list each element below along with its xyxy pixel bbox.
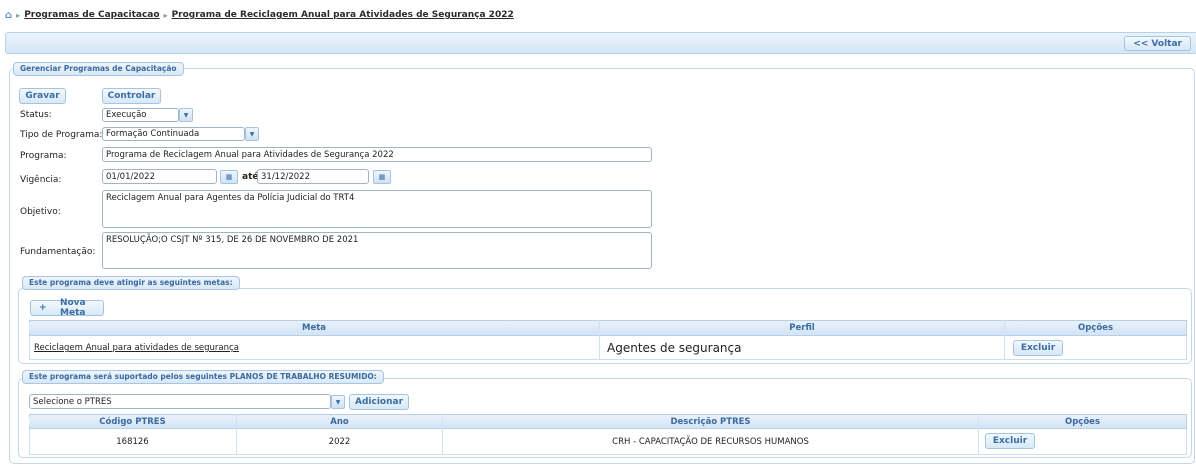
ate-label: até — [242, 172, 259, 182]
main-legend: Gerenciar Programas de Capacitação — [13, 62, 184, 76]
ptres-col-ano: Ano — [237, 417, 442, 427]
ptres-legend: Este programa será suportado pelos segui… — [22, 370, 384, 384]
tipo-programa-label: Tipo de Programa: — [20, 130, 103, 140]
objetivo-textarea[interactable]: Reciclagem Anual para Agentes da Polícia… — [102, 190, 652, 228]
ptres-select-value: Selecione o PTRES — [33, 396, 112, 407]
fundamentacao-textarea[interactable]: RESOLUÇÃO;O CSJT Nº 315, DE 26 DE NOVEMB… — [102, 232, 652, 269]
ptres-descricao-value: CRH - CAPACITAÇÃO DE RECURSOS HUMANOS — [612, 437, 809, 447]
ptres-select[interactable]: Selecione o PTRES — [29, 394, 331, 409]
metas-legend: Este programa deve atingir as seguintes … — [22, 276, 240, 290]
objetivo-label: Objetivo: — [20, 207, 61, 217]
vigencia-fim-input[interactable]: 31/12/2022 — [257, 169, 369, 184]
breadcrumb-separator-icon: ▸ — [16, 10, 21, 20]
top-toolbar: << Voltar — [5, 32, 1196, 54]
fundamentacao-value: RESOLUÇÃO;O CSJT Nº 315, DE 26 DE NOVEMB… — [106, 235, 359, 245]
vigencia-label: Vigência: — [20, 175, 62, 185]
excluir-ptres-button[interactable]: Excluir — [985, 433, 1035, 449]
nova-meta-label: Nova Meta — [59, 298, 86, 318]
gravar-button[interactable]: Gravar — [19, 88, 66, 104]
home-icon[interactable]: ⌂ — [5, 10, 12, 21]
breadcrumb-link-programa-atual[interactable]: Programa de Reciclagem Anual para Ativid… — [172, 10, 514, 20]
objetivo-value: Reciclagem Anual para Agentes da Polícia… — [106, 193, 355, 203]
vigencia-inicio-input[interactable]: 01/01/2022 — [102, 169, 217, 184]
ptres-codigo-value: 168126 — [116, 437, 149, 447]
ptres-col-opcoes: Opções — [979, 417, 1186, 427]
ptres-ano-value: 2022 — [328, 437, 351, 447]
nova-meta-button[interactable]: + Nova Meta — [30, 298, 104, 318]
programa-input[interactable]: Programa de Reciclagem Anual para Ativid… — [102, 147, 652, 162]
dropdown-arrow-icon[interactable]: ▼ — [331, 395, 345, 409]
ptres-col-codigo: Código PTRES — [29, 417, 236, 427]
programa-label: Programa: — [20, 151, 67, 161]
calendar-icon[interactable]: ▦ — [373, 170, 391, 184]
controlar-button[interactable]: Controlar — [102, 88, 161, 104]
metas-col-opcoes: Opções — [1005, 323, 1186, 333]
breadcrumb-separator-icon: ▸ — [163, 10, 168, 20]
tipo-programa-value: Formação Continuada — [106, 129, 200, 139]
breadcrumb-link-programas[interactable]: Programas de Capacitacao — [24, 10, 159, 20]
dropdown-arrow-icon[interactable]: ▼ — [245, 127, 259, 141]
calendar-icon[interactable]: ▦ — [220, 170, 238, 184]
metas-col-perfil: Perfil — [600, 323, 1004, 333]
status-select[interactable]: Execução — [102, 108, 179, 122]
adicionar-button[interactable]: Adicionar — [349, 394, 409, 410]
vigencia-inicio-value: 01/01/2022 — [106, 171, 155, 182]
perfil-value: Agentes de segurança — [607, 341, 742, 355]
fundamentacao-label: Fundamentação: — [20, 247, 96, 257]
vigencia-fim-value: 31/12/2022 — [261, 171, 310, 182]
status-value: Execução — [106, 110, 147, 120]
plus-icon: + — [39, 303, 47, 313]
tipo-programa-select[interactable]: Formação Continuada — [102, 127, 245, 141]
dropdown-arrow-icon[interactable]: ▼ — [179, 108, 193, 122]
excluir-meta-button[interactable]: Excluir — [1013, 340, 1063, 356]
breadcrumb: ⌂ ▸ Programas de Capacitacao ▸ Programa … — [5, 8, 514, 22]
voltar-button[interactable]: << Voltar — [1124, 36, 1191, 51]
status-label: Status: — [20, 110, 52, 120]
ptres-col-descricao: Descrição PTRES — [443, 417, 978, 427]
meta-link[interactable]: Reciclagem Anual para atividades de segu… — [34, 343, 239, 353]
programa-value: Programa de Reciclagem Anual para Ativid… — [106, 149, 394, 160]
metas-col-meta: Meta — [29, 323, 599, 333]
